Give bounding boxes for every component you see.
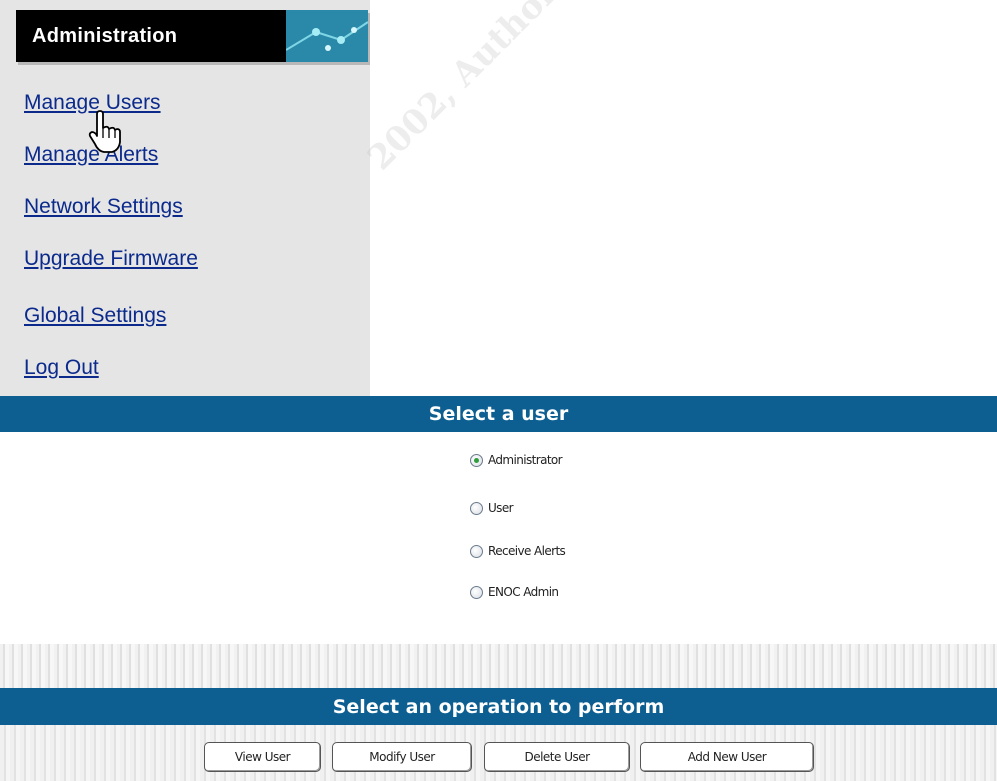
radio-unchecked-icon[interactable] bbox=[470, 501, 483, 515]
select-user-header: Select a user bbox=[0, 396, 997, 432]
select-operation-header: Select an operation to perform bbox=[0, 688, 997, 725]
radio-option-receive-alerts[interactable]: Receive Alerts bbox=[470, 541, 566, 561]
radio-label: Administrator bbox=[488, 453, 563, 467]
delete-user-button[interactable]: Delete User bbox=[484, 742, 630, 772]
modify-user-button[interactable]: Modify User bbox=[332, 742, 472, 772]
nav-network-settings[interactable]: Network Settings bbox=[24, 194, 198, 220]
radio-unchecked-icon[interactable] bbox=[470, 544, 483, 558]
radio-label: ENOC Admin bbox=[488, 585, 559, 599]
radio-label: Receive Alerts bbox=[488, 544, 566, 558]
nav-global-settings[interactable]: Global Settings bbox=[24, 303, 198, 329]
radio-unchecked-icon[interactable] bbox=[470, 585, 483, 599]
admin-header: Administration bbox=[16, 10, 368, 62]
radio-label: User bbox=[488, 501, 514, 515]
select-operation-title: Select an operation to perform bbox=[332, 695, 665, 718]
radio-option-user[interactable]: User bbox=[470, 498, 514, 518]
admin-sidebar: Administration Manage Users Manage Alert… bbox=[0, 0, 370, 396]
nav-manage-users[interactable]: Manage Users bbox=[24, 90, 198, 116]
view-user-button[interactable]: View User bbox=[204, 742, 321, 772]
circuit-decoration-icon bbox=[286, 10, 368, 62]
operation-buttons-area: View User Modify User Delete User Add Ne… bbox=[0, 725, 997, 781]
radio-option-administrator[interactable]: Administrator bbox=[470, 450, 563, 470]
nav-log-out[interactable]: Log Out bbox=[24, 355, 198, 381]
select-user-title: Select a user bbox=[428, 403, 569, 425]
watermark-text: 2002, Author ret bbox=[360, 0, 613, 179]
nav-upgrade-firmware[interactable]: Upgrade Firmware bbox=[24, 246, 198, 272]
radio-option-enoc-admin[interactable]: ENOC Admin bbox=[470, 582, 559, 602]
user-options-area: Administrator User Receive Alerts ENOC A… bbox=[0, 432, 997, 644]
nav-manage-alerts[interactable]: Manage Alerts bbox=[24, 142, 198, 168]
radio-checked-icon[interactable] bbox=[470, 453, 483, 467]
admin-nav: Manage Users Manage Alerts Network Setti… bbox=[24, 90, 198, 381]
divider-pattern bbox=[0, 644, 997, 688]
add-new-user-button[interactable]: Add New User bbox=[640, 742, 814, 772]
admin-header-title: Administration bbox=[32, 24, 178, 47]
